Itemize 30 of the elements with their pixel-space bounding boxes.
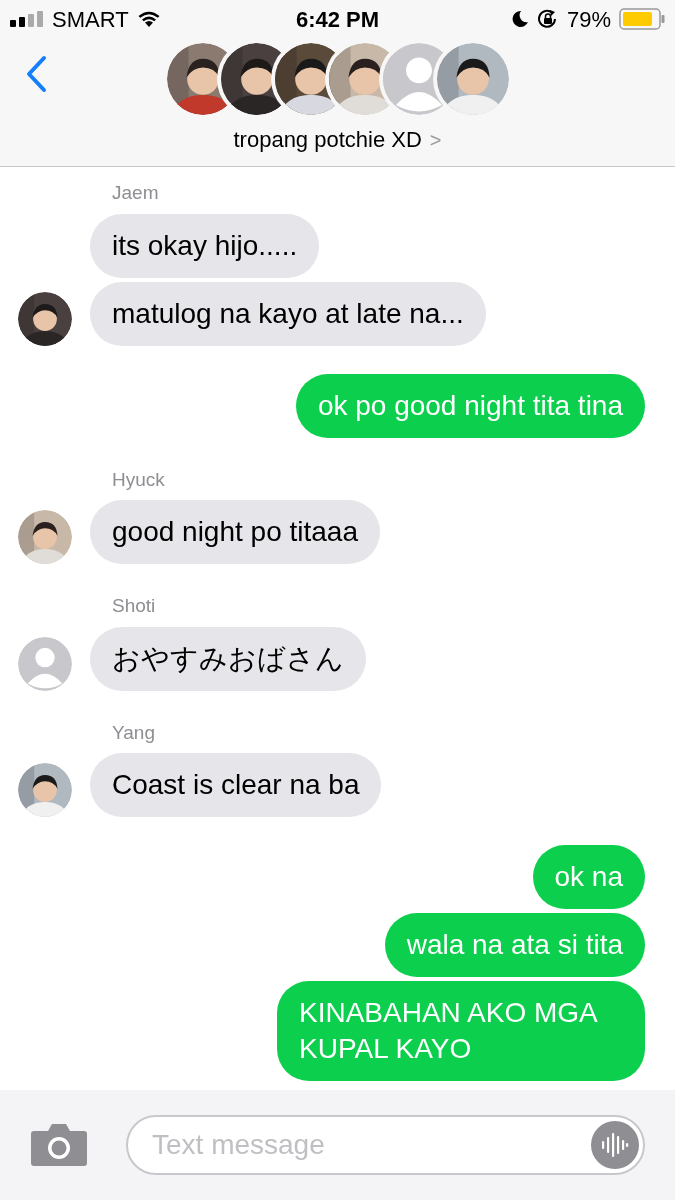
incoming-message: Coast is clear na ba — [90, 753, 382, 817]
battery-icon — [619, 8, 665, 30]
back-icon — [25, 55, 47, 93]
avatar-icon — [18, 636, 72, 691]
outgoing-message: ok po good night tita tina — [295, 373, 645, 438]
sender-name: Hyuck — [112, 467, 165, 492]
audio-button[interactable] — [591, 1121, 639, 1169]
group-name-button[interactable]: tropang potchie XD > — [233, 123, 442, 156]
outgoing-message: ok na — [532, 845, 645, 909]
rotation-lock-icon — [536, 9, 559, 29]
incoming-message: おやすみおばさん — [90, 626, 366, 691]
sender-name: Jaem — [112, 181, 159, 205]
camera-icon — [30, 1123, 88, 1167]
battery-percent: 79% — [566, 5, 611, 34]
message-field[interactable]: Text message — [126, 1115, 645, 1175]
sender-name: Shoti — [112, 594, 156, 618]
outgoing-message: KINABAHAN AKO MGA KUPAL KAYO — [277, 981, 645, 1081]
status-time: 6:42 PM — [295, 5, 380, 34]
incoming-message: matulog na kayo at late na... — [90, 281, 486, 346]
message-input[interactable]: Text message — [152, 1124, 591, 1166]
waveform-icon — [601, 1131, 629, 1159]
carrier-name: SMART — [52, 5, 129, 34]
moon-icon — [510, 10, 529, 28]
incoming-message: its okay hijo..... — [90, 213, 320, 278]
incoming-message: good night po titaaa — [90, 500, 380, 564]
sender-name: Yang — [112, 720, 155, 745]
outgoing-message: wala na ata si tita — [384, 913, 645, 977]
camera-button[interactable] — [30, 1123, 88, 1167]
signal-icon — [10, 11, 44, 27]
wifi-icon — [136, 10, 161, 28]
